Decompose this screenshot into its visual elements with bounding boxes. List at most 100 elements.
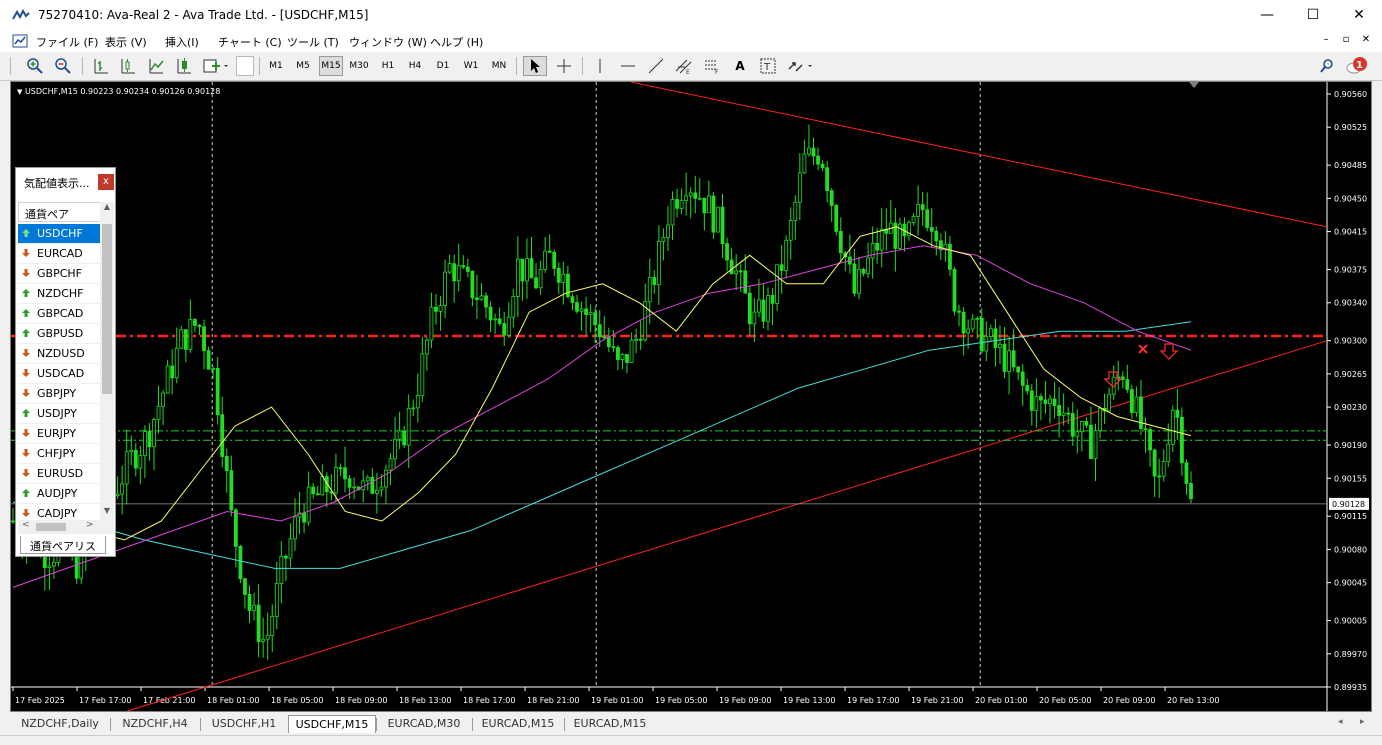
chart-tab[interactable]: NZDCHF,H4 [110, 715, 200, 733]
fibonacci-button[interactable]: F [701, 56, 723, 76]
symbol-row-usdcad[interactable]: USDCAD [18, 364, 100, 384]
symbol-name: CADJPY [37, 507, 78, 520]
symbol-column-label: 通貨ペア [25, 208, 69, 221]
timeframe-m5[interactable]: M5 [291, 56, 315, 76]
candle-body [261, 638, 266, 642]
candle-body [970, 318, 975, 330]
menu-chart[interactable]: チャート (C) [218, 34, 282, 50]
candle-body [429, 306, 434, 341]
text-label-button[interactable]: T [757, 56, 779, 76]
equidistant-channel-button[interactable]: E [673, 56, 695, 76]
candle-body [556, 267, 561, 283]
horizontal-line-button[interactable] [617, 56, 639, 76]
text-tool-button[interactable]: A [729, 56, 751, 76]
fibonacci-icon: F [705, 60, 719, 75]
time-tick-label: 19 Feb 13:00 [783, 696, 835, 705]
candle-body [702, 197, 707, 214]
candle-body [952, 268, 957, 312]
symbol-row-audjpy[interactable]: AUDJPY [18, 484, 100, 504]
candle-body [725, 243, 729, 261]
mdi-minimize-button[interactable]: – [1318, 34, 1334, 48]
search-button[interactable] [1316, 56, 1338, 76]
mdi-restore-button[interactable]: ▫ [1338, 34, 1354, 48]
menu-tools[interactable]: ツール (T) [287, 34, 339, 50]
candle-body [334, 467, 338, 494]
symbol-row-gbpchf[interactable]: GBPCHF [18, 264, 100, 284]
candle-body [502, 323, 507, 336]
timeframe-h4[interactable]: H4 [403, 56, 427, 76]
symbol-row-eurusd[interactable]: EURUSD [18, 464, 100, 484]
timeframe-d1[interactable]: D1 [431, 56, 455, 76]
chart-area[interactable]: 0.90560 0.90525 0.90485 0.90450 0.90415 0.903… [10, 81, 1372, 712]
menu-file[interactable]: ファイル (F) [36, 34, 98, 50]
market-watch-hscroll[interactable]: < > [18, 520, 114, 534]
chart-tab[interactable]: EURCAD,M30 [376, 715, 472, 733]
symbol-row-eurjpy[interactable]: EURJPY [18, 424, 100, 444]
chart-tab[interactable]: EURCAD,M15 [472, 715, 564, 733]
chart-tab[interactable]: NZDCHF,Daily [10, 715, 110, 733]
cursor-tool-button[interactable] [523, 56, 547, 76]
candle-body [247, 593, 252, 611]
market-watch-vscroll[interactable]: ▲ ▼ [100, 202, 114, 520]
symbol-row-nzdchf[interactable]: NZDCHF [18, 284, 100, 304]
symbol-row-nzdusd[interactable]: NZDUSD [18, 344, 100, 364]
minimize-button[interactable]: — [1244, 0, 1290, 30]
chart-tab[interactable]: USDCHF,H1 [200, 715, 288, 733]
menu-view[interactable]: 表示 (V) [105, 34, 147, 50]
timeframe-h1[interactable]: H1 [376, 56, 400, 76]
symbol-row-usdchf[interactable]: USDCHF [18, 224, 100, 244]
chart-tab[interactable]: EURCAD,M15 [564, 715, 656, 733]
menu-window[interactable]: ウィンドウ (W) [349, 34, 427, 50]
candle-body [606, 337, 611, 348]
candle-chart-button[interactable] [117, 56, 139, 76]
vertical-line-button[interactable] [590, 56, 610, 76]
symbol-row-chfjpy[interactable]: CHFJPY [18, 444, 100, 464]
candle-body [1175, 409, 1180, 418]
notifications-button[interactable]: 1 [1344, 56, 1370, 76]
close-icon: ✕ [1353, 7, 1365, 23]
price-chart[interactable]: 0.90560 0.90525 0.90485 0.90450 0.90415 0.903… [11, 82, 1371, 711]
chart-shift-button[interactable] [173, 56, 195, 76]
chart-window-icon[interactable] [12, 33, 28, 49]
templates-button[interactable] [201, 56, 231, 76]
line-chart-button[interactable] [145, 56, 167, 76]
symbol-row-gbpusd[interactable]: GBPUSD [18, 324, 100, 344]
symbol-row-gbpjpy[interactable]: GBPJPY [18, 384, 100, 404]
symbol-row-usdjpy[interactable]: USDJPY [18, 404, 100, 424]
zoom-out-button[interactable] [52, 56, 74, 76]
trendline-button[interactable] [645, 56, 667, 76]
mdi-close-button[interactable]: ✕ [1358, 34, 1374, 48]
symbol-row-gbpcad[interactable]: GBPCAD [18, 304, 100, 324]
candle-body [866, 257, 870, 274]
symbol-list-tab[interactable]: 通貨ペアリスト [20, 536, 106, 569]
candle-body [311, 486, 316, 495]
crosshair-button[interactable] [553, 56, 575, 76]
time-tick-label: 20 Feb 09:00 [1103, 696, 1155, 705]
price-tick-label: 0.90375 [1334, 266, 1367, 275]
timeframe-m1[interactable]: M1 [264, 56, 288, 76]
chart-symbol-ohlc: USDCHF,M15 0.90223 0.90234 0.90126 0.901… [24, 87, 221, 96]
candle-body [183, 329, 188, 350]
maximize-button[interactable]: ☐ [1290, 0, 1336, 30]
timeframe-mn[interactable]: MN [487, 56, 511, 76]
close-button[interactable]: ✕ [1336, 0, 1382, 30]
zoom-in-button[interactable] [24, 56, 46, 76]
bar-chart-button[interactable] [90, 56, 112, 76]
menu-insert[interactable]: 挿入(I) [165, 34, 199, 50]
candle-body [797, 172, 802, 203]
chart-tab[interactable]: USDCHF,M15 [288, 715, 376, 733]
symbol-row-eurcad[interactable]: EURCAD [18, 244, 100, 264]
candle-body [775, 264, 780, 304]
tabs-scroll-left-icon[interactable]: ◂ [1338, 717, 1343, 727]
candle-body [1134, 396, 1139, 413]
market-watch-close-button[interactable]: x [98, 174, 114, 190]
arrows-button[interactable] [785, 56, 817, 76]
timeframe-m30[interactable]: M30 [347, 56, 371, 76]
timeframe-m15[interactable]: M15 [319, 56, 343, 76]
menu-help[interactable]: ヘルプ (H) [430, 34, 483, 50]
candle-body [347, 478, 352, 488]
blank-box[interactable] [236, 56, 254, 76]
chart-header-arrow-icon: ▼ [17, 88, 23, 96]
tabs-scroll-right-icon[interactable]: ▸ [1360, 717, 1365, 727]
timeframe-w1[interactable]: W1 [459, 56, 483, 76]
